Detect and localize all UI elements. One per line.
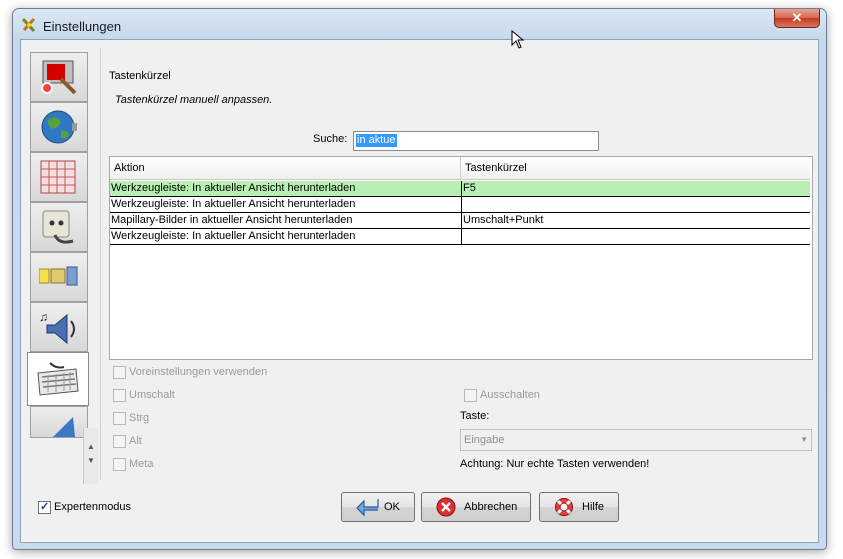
- tab-remote-control[interactable]: [30, 202, 88, 252]
- ok-button[interactable]: OK: [341, 492, 415, 522]
- preferences-sidebar: ♫: [27, 52, 93, 484]
- help-button[interactable]: Hilfe: [539, 492, 619, 522]
- dialog-body: ♫ ▲ ▼ Tastenkürzel Tastenkürzel manuell …: [20, 39, 819, 543]
- shortcut-cell: [461, 229, 811, 244]
- action-cell: Werkzeugleiste: In aktueller Ansicht her…: [111, 198, 356, 210]
- globe-icon: [41, 110, 77, 144]
- tab-audio[interactable]: ♫: [30, 302, 88, 352]
- column-header-shortcut[interactable]: Tastenkürzel: [465, 162, 527, 174]
- table-row[interactable]: Werkzeugleiste: In aktueller Ansicht her…: [110, 229, 810, 245]
- help-label: Hilfe: [582, 501, 605, 513]
- shortcut-preferences-panel: Tastenkürzel Tastenkürzel manuell anpass…: [100, 48, 813, 480]
- remote-control-icon: [53, 417, 75, 437]
- scroll-up-icon[interactable]: ▲: [86, 442, 96, 452]
- tab-validator[interactable]: [30, 406, 88, 438]
- ok-label: OK: [384, 501, 400, 513]
- shift-label: Umschalt: [129, 389, 175, 401]
- action-cell: Werkzeugleiste: In aktueller Ansicht her…: [111, 182, 356, 194]
- action-cell: Werkzeugleiste: In aktueller Ansicht her…: [111, 230, 356, 242]
- warning-text: Achtung: Nur echte Tasten verwenden!: [460, 458, 650, 470]
- table-row[interactable]: Mapillary-Bilder in aktueller Ansicht he…: [110, 213, 810, 229]
- cancel-button[interactable]: Abbrechen: [421, 492, 531, 522]
- checkbox-box[interactable]: ✓: [38, 501, 51, 514]
- tab-projection[interactable]: [30, 152, 88, 202]
- toolbar-icon: [39, 266, 78, 286]
- close-button[interactable]: ✕: [774, 9, 820, 28]
- preferences-window: Einstellungen ✕ ♫ ▲ ▼ Tastenkürzel Taste…: [12, 8, 827, 550]
- key-label: Taste:: [460, 410, 490, 422]
- plug-icon: [42, 210, 74, 244]
- checkbox-box[interactable]: [464, 389, 477, 402]
- title-bar[interactable]: Einstellungen ✕: [13, 9, 826, 39]
- checkbox-box[interactable]: [113, 412, 126, 425]
- table-row[interactable]: Werkzeugleiste: In aktueller Ansicht her…: [110, 181, 810, 197]
- column-header-action[interactable]: Aktion: [114, 162, 145, 174]
- ok-arrow-icon: [356, 499, 379, 517]
- scroll-down-icon[interactable]: ▼: [86, 456, 96, 466]
- shortcut-cell: [461, 197, 811, 212]
- meta-label: Meta: [129, 458, 154, 470]
- tab-display[interactable]: [30, 52, 88, 102]
- shortcut-cell: Umschalt+Punkt: [461, 213, 811, 228]
- josm-app-icon: [21, 17, 36, 33]
- use-defaults-label: Voreinstellungen verwenden: [129, 366, 268, 378]
- tab-connection[interactable]: [30, 102, 88, 152]
- panel-description: Tastenkürzel manuell anpassen.: [115, 94, 273, 106]
- paint-brush-icon: [41, 60, 77, 95]
- checkmark-icon: ✓: [40, 501, 50, 513]
- checkbox-box[interactable]: [113, 366, 126, 379]
- tab-toolbar[interactable]: [30, 252, 88, 302]
- cancel-label: Abbrechen: [464, 501, 518, 513]
- checkbox-box[interactable]: [113, 435, 126, 448]
- svg-text:♫: ♫: [39, 310, 48, 324]
- column-divider: [460, 157, 461, 179]
- keyboard-icon: [37, 362, 79, 396]
- action-cell: Mapillary-Bilder in aktueller Ansicht he…: [111, 214, 353, 226]
- table-row[interactable]: Werkzeugleiste: In aktueller Ansicht her…: [110, 197, 810, 213]
- tab-shortcuts[interactable]: [27, 352, 89, 406]
- chevron-down-icon[interactable]: ▼: [800, 435, 808, 444]
- search-input[interactable]: in aktue: [353, 131, 599, 151]
- key-select-value: Eingabe: [464, 434, 505, 446]
- panel-heading: Tastenkürzel: [109, 70, 171, 82]
- window-title: Einstellungen: [43, 19, 122, 34]
- search-input-value: in aktue: [356, 134, 397, 147]
- grid-projection-icon: [40, 160, 76, 194]
- table-header: Aktion Tastenkürzel: [110, 157, 810, 180]
- cancel-x-icon: [436, 497, 456, 517]
- expert-mode-label: Expertenmodus: [54, 501, 132, 513]
- key-select[interactable]: Eingabe ▼: [460, 429, 812, 451]
- lifebuoy-icon: [555, 498, 573, 516]
- alt-label: Alt: [129, 435, 142, 447]
- shortcut-cell: F5: [461, 181, 811, 196]
- shortcut-table: Aktion Tastenkürzel Werkzeugleiste: In a…: [109, 156, 813, 360]
- search-label: Suche:: [313, 133, 348, 145]
- checkbox-box[interactable]: [113, 458, 126, 471]
- disable-label: Ausschalten: [480, 389, 540, 401]
- speaker-icon: ♫: [39, 310, 75, 345]
- ctrl-label: Strg: [129, 412, 150, 424]
- checkbox-box[interactable]: [113, 389, 126, 402]
- sidebar-scrollbar[interactable]: ▲ ▼: [83, 428, 98, 484]
- mouse-cursor-icon: [511, 30, 525, 49]
